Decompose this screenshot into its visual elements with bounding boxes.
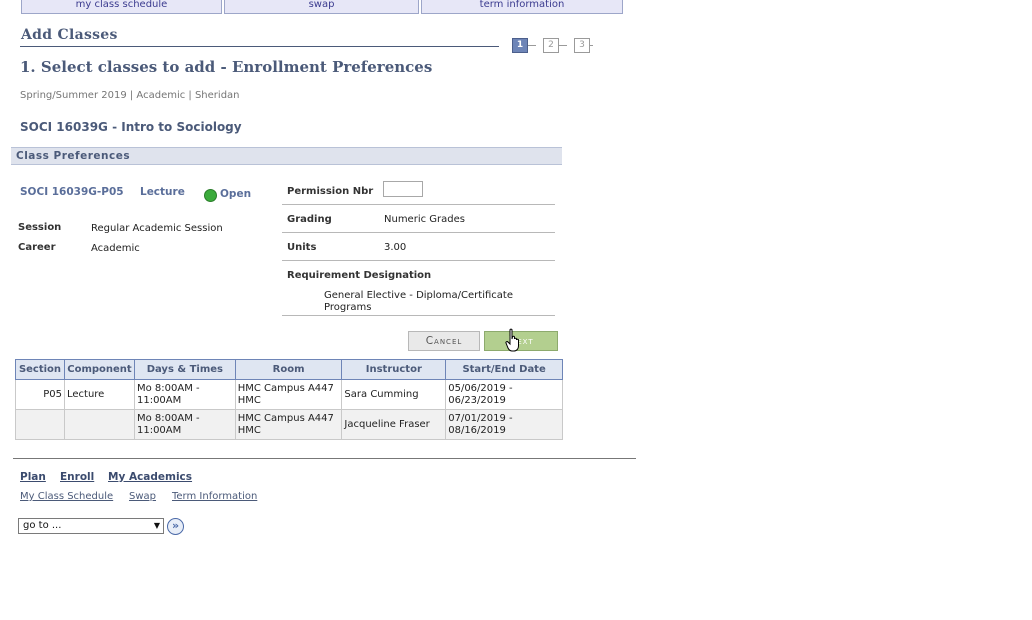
component-cell: Lecture: [63, 379, 135, 410]
nav-link-plan[interactable]: Plan: [20, 471, 46, 483]
requirement-value: General Elective - Diploma/Certificate P…: [324, 290, 513, 313]
nav-link-my-class-schedule[interactable]: My Class Schedule: [20, 491, 113, 502]
class-preferences-header: Class Preferences: [11, 147, 562, 165]
instructor-cell: Sara Cumming: [341, 379, 447, 410]
units-value: 3.00: [384, 242, 407, 253]
permission-number-input[interactable]: [383, 181, 423, 197]
step-connector: [559, 45, 567, 46]
divider: [282, 204, 555, 205]
divider: [282, 232, 555, 233]
section-cell: P05: [15, 379, 65, 410]
units-label: Units: [287, 242, 317, 253]
session-label: Session: [18, 222, 62, 233]
grading-label: Grading: [287, 214, 332, 225]
divider: [282, 315, 555, 316]
footer-divider: [13, 458, 636, 459]
dropdown-arrow-icon[interactable]: ▼: [150, 518, 164, 534]
grading-value: Numeric Grades: [384, 214, 465, 225]
term-info: Spring/Summer 2019 | Academic | Sheridan: [20, 90, 240, 101]
go-button[interactable]: »: [167, 518, 184, 535]
step-subtitle: 1. Select classes to add - Enrollment Pr…: [20, 58, 433, 76]
step-connector: [528, 45, 536, 46]
double-chevron-right-icon: »: [171, 519, 180, 532]
column-header: Start/End Date: [445, 359, 563, 380]
class-schedule-table: Section Component Days & Times Room Inst…: [15, 359, 563, 440]
room-cell: HMC Campus A447 HMC: [234, 409, 343, 440]
tab-term-information[interactable]: term information: [421, 0, 623, 14]
nav-link-my-academics[interactable]: My Academics: [108, 471, 192, 483]
permission-label: Permission Nbr: [287, 186, 374, 197]
column-header: Days & Times: [133, 359, 236, 380]
cancel-button[interactable]: Cancel: [408, 331, 480, 351]
nav-link-swap[interactable]: Swap: [129, 491, 156, 502]
column-header: Room: [234, 359, 343, 380]
title-divider: [20, 46, 499, 47]
goto-select[interactable]: go to ...: [18, 518, 164, 534]
column-header: Section: [15, 359, 65, 380]
open-status-icon: [204, 189, 217, 202]
section-link[interactable]: SOCI 16039G-P05: [20, 186, 124, 198]
tab-my-class-schedule[interactable]: my class schedule: [21, 0, 222, 14]
page-title: Add Classes: [21, 27, 118, 43]
column-header: Component: [63, 359, 135, 380]
status-text: Open: [220, 188, 252, 200]
table-row: P05 Lecture Mo 8:00AM - 11:00AM HMC Camp…: [15, 379, 563, 410]
step-2-indicator: 2: [543, 38, 559, 53]
divider: [282, 260, 555, 261]
section-cell: [15, 409, 65, 440]
component-cell: [63, 409, 135, 440]
step-3-indicator: 3: [574, 38, 590, 53]
days-times-cell: Mo 8:00AM - 11:00AM: [133, 409, 236, 440]
step-1-indicator: 1: [512, 38, 528, 53]
table-row: Mo 8:00AM - 11:00AM HMC Campus A447 HMC …: [15, 409, 563, 440]
step-connector: [590, 45, 593, 46]
session-value: Regular Academic Session: [91, 223, 223, 234]
tab-swap[interactable]: swap: [224, 0, 419, 14]
nav-link-term-information[interactable]: Term Information: [172, 491, 257, 502]
nav-link-enroll[interactable]: Enroll: [60, 471, 94, 483]
hand-cursor-icon: [505, 328, 519, 352]
instructor-cell: Jacqueline Fraser: [341, 409, 447, 440]
career-label: Career: [18, 242, 56, 253]
course-title: SOCI 16039G - Intro to Sociology: [20, 120, 242, 134]
days-times-cell: Mo 8:00AM - 11:00AM: [133, 379, 236, 410]
career-value: Academic: [91, 243, 140, 254]
component-label: Lecture: [140, 186, 185, 198]
room-cell: HMC Campus A447 HMC: [234, 379, 343, 410]
dates-cell: 07/01/2019 - 08/16/2019: [445, 409, 563, 440]
dates-cell: 05/06/2019 - 06/23/2019: [445, 379, 563, 410]
column-header: Instructor: [341, 359, 447, 380]
table-header-row: Section Component Days & Times Room Inst…: [15, 359, 563, 380]
requirement-label: Requirement Designation: [287, 270, 432, 281]
